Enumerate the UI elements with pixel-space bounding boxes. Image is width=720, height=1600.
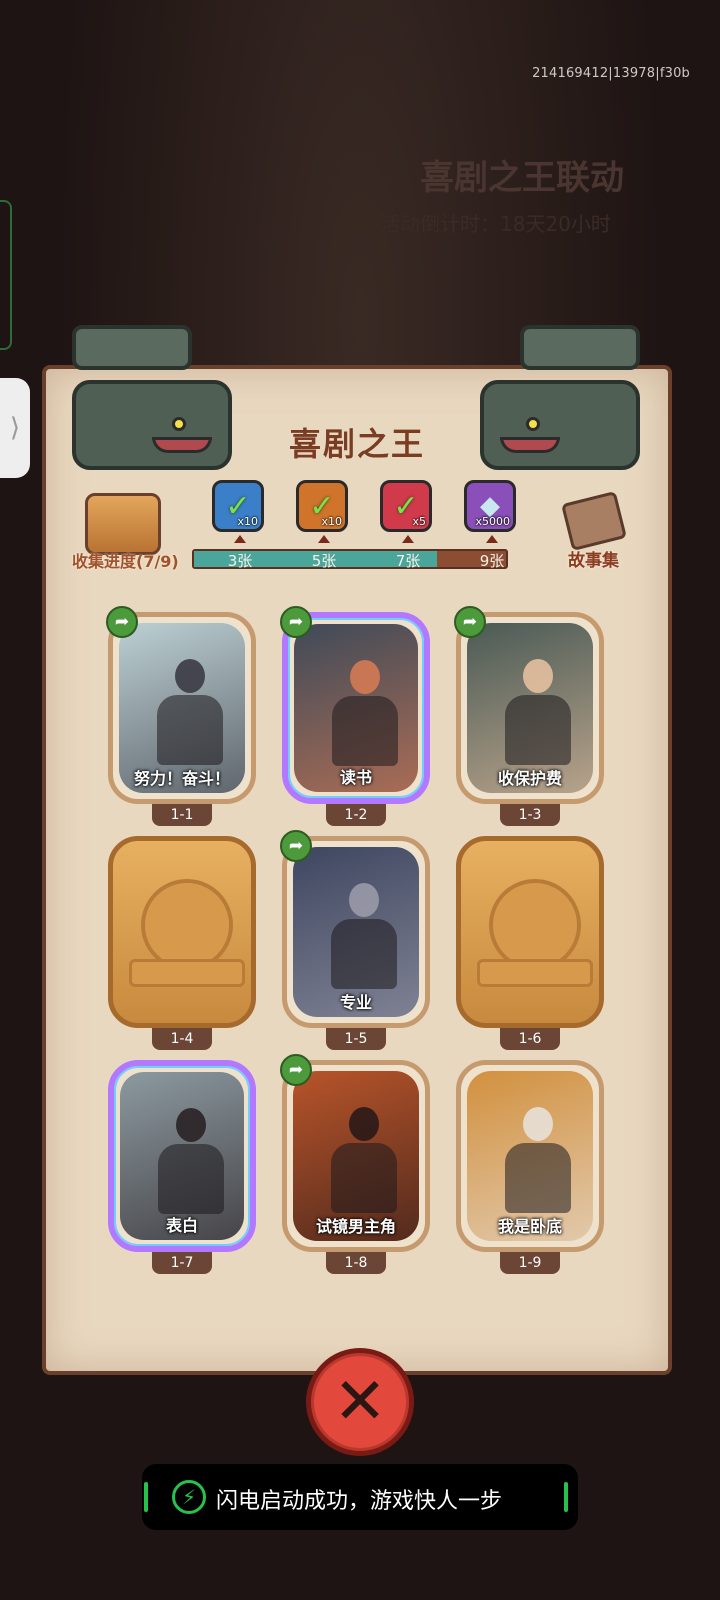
toast-text: 闪电启动成功，游戏快人一步 bbox=[216, 1489, 503, 1514]
camera-mascot-right bbox=[470, 325, 680, 475]
card-frame bbox=[108, 836, 256, 1028]
card-caption: 收保护费 bbox=[497, 769, 562, 788]
collection-progress-label: 收集进度(7/9) bbox=[72, 552, 179, 571]
story-card-5[interactable]: 专业 1-5 ➦ bbox=[280, 830, 430, 1050]
card-caption: 表白 bbox=[165, 1216, 198, 1235]
milestone-reward-4[interactable]: ◆ x5000 bbox=[464, 480, 520, 543]
card-frame: 专业 bbox=[282, 836, 430, 1028]
card-number: 1-7 bbox=[152, 1252, 212, 1274]
milestone-reward-1[interactable]: ✓ x10 bbox=[212, 480, 268, 543]
locked-banner bbox=[477, 959, 593, 987]
milestone-reward-3[interactable]: ✓ x5 bbox=[380, 480, 436, 543]
story-card-8[interactable]: 试镜男主角 1-8 ➦ bbox=[280, 1054, 430, 1274]
card-caption: 读书 bbox=[339, 768, 372, 787]
milestone-label: 5张 bbox=[311, 552, 337, 570]
close-button[interactable]: ✕ bbox=[306, 1348, 414, 1456]
story-card-2[interactable]: 读书 1-2 ➦ bbox=[280, 606, 430, 826]
milestone-label: 3张 bbox=[227, 552, 253, 570]
background-countdown: 活动倒计时：18天20小时 bbox=[380, 212, 611, 236]
card-caption: 努力！奋斗！ bbox=[133, 769, 230, 788]
milestone-marker bbox=[318, 535, 330, 543]
story-card-9[interactable]: 我是卧底 1-9 bbox=[456, 1060, 604, 1274]
milestone-marker bbox=[402, 535, 414, 543]
milestone-label: 9张 bbox=[479, 552, 505, 570]
reward-quantity: x5 bbox=[412, 515, 426, 528]
milestone-marker bbox=[234, 535, 246, 543]
share-icon[interactable]: ➦ bbox=[280, 606, 312, 638]
camera-mascot-left bbox=[32, 325, 242, 475]
toast-notification: ⚡ 闪电启动成功，游戏快人一步 bbox=[142, 1464, 578, 1530]
share-icon[interactable]: ➦ bbox=[280, 1054, 312, 1086]
close-icon: ✕ bbox=[333, 1365, 387, 1439]
card-number: 1-8 bbox=[326, 1252, 386, 1274]
card-frame: 收保护费 bbox=[456, 612, 604, 804]
story-card-1[interactable]: 努力！奋斗！ 1-1 ➦ bbox=[106, 606, 256, 826]
locked-silhouette-icon bbox=[141, 879, 233, 971]
lightning-icon: ⚡ bbox=[172, 1480, 206, 1514]
milestone-reward-2[interactable]: ✓ x10 bbox=[296, 480, 352, 543]
card-number: 1-6 bbox=[500, 1028, 560, 1050]
book-reward-icon[interactable]: ✓ x10 bbox=[212, 480, 264, 532]
collection-box-icon[interactable] bbox=[85, 493, 161, 555]
chevron-right-icon: ⟩ bbox=[9, 413, 21, 443]
card-frame: 我是卧底 bbox=[456, 1060, 604, 1252]
milestone-label: 7张 bbox=[395, 552, 421, 570]
reward-quantity: x10 bbox=[321, 515, 342, 528]
card-number: 1-1 bbox=[152, 804, 212, 826]
story-card-4[interactable]: 1-4 bbox=[108, 836, 256, 1050]
card-number: 1-4 bbox=[152, 1028, 212, 1050]
story-card-3[interactable]: 收保护费 1-3 ➦ bbox=[454, 606, 604, 826]
milestone-marker bbox=[486, 535, 498, 543]
orange-reward-icon[interactable]: ✓ x10 bbox=[296, 480, 348, 532]
background-event-title: 喜剧之王联动 bbox=[420, 158, 624, 198]
gem-ball-reward-icon[interactable]: ✓ x5 bbox=[380, 480, 432, 532]
card-frame: 试镜男主角 bbox=[282, 1060, 430, 1252]
card-number: 1-9 bbox=[500, 1252, 560, 1274]
side-drawer-handle[interactable]: ⟩ bbox=[0, 378, 30, 478]
locked-banner bbox=[129, 959, 245, 987]
story-card-7[interactable]: 表白 1-7 bbox=[108, 1060, 256, 1274]
card-number: 1-2 bbox=[326, 804, 386, 826]
card-caption: 专业 bbox=[339, 993, 372, 1012]
card-caption: 我是卧底 bbox=[497, 1217, 562, 1236]
locked-silhouette-icon bbox=[489, 879, 581, 971]
card-frame: 努力！奋斗！ bbox=[108, 612, 256, 804]
card-frame: 读书 bbox=[282, 612, 430, 804]
reward-quantity: x10 bbox=[237, 515, 258, 528]
toast-bar-right bbox=[564, 1482, 568, 1512]
card-frame: 表白 bbox=[108, 1060, 256, 1252]
share-icon[interactable]: ➦ bbox=[454, 606, 486, 638]
share-icon[interactable]: ➦ bbox=[106, 606, 138, 638]
share-icon[interactable]: ➦ bbox=[280, 830, 312, 862]
card-frame bbox=[456, 836, 604, 1028]
edge-indicator bbox=[0, 200, 12, 350]
card-caption: 试镜男主角 bbox=[315, 1217, 396, 1236]
reward-quantity: x5000 bbox=[475, 515, 510, 528]
debug-id: 214169412|13978|f30b bbox=[532, 66, 690, 81]
toast-bar-left bbox=[144, 1482, 148, 1512]
card-number: 1-3 bbox=[500, 804, 560, 826]
card-number: 1-5 bbox=[326, 1028, 386, 1050]
crystal-reward-icon[interactable]: ◆ x5000 bbox=[464, 480, 516, 532]
story-card-6[interactable]: 1-6 bbox=[456, 836, 604, 1050]
story-collection-label[interactable]: 故事集 bbox=[568, 546, 619, 571]
